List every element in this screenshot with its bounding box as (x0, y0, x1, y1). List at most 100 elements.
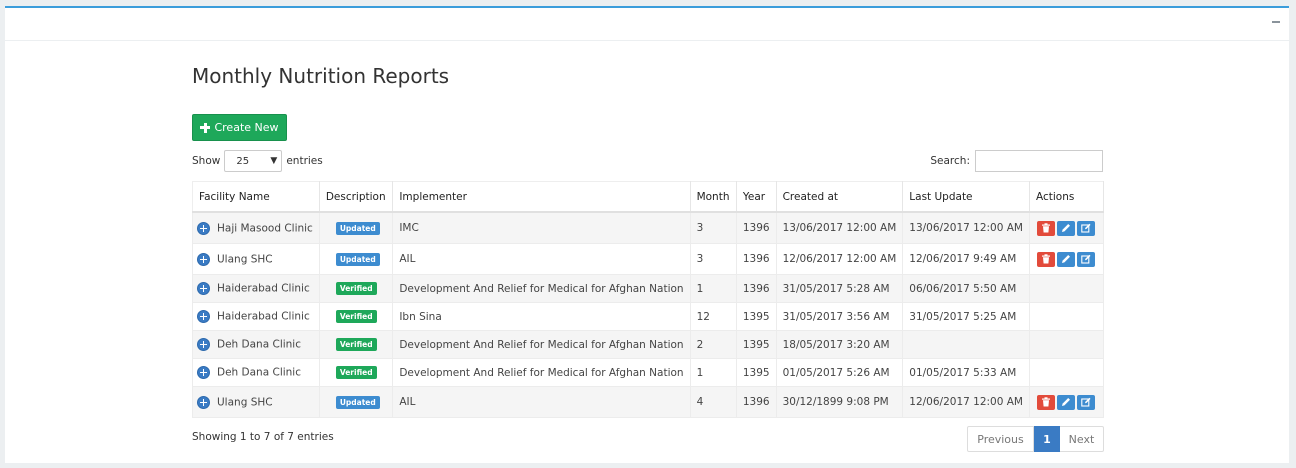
report-panel: Monthly Nutrition Reports Create New Sho… (5, 6, 1289, 463)
status-badge: Verified (335, 338, 377, 351)
last-update-cell: 06/06/2017 5:50 AM (902, 274, 1030, 303)
column-header[interactable]: Month (690, 181, 737, 213)
reports-table: Facility Name Description Implementer Mo… (192, 181, 1104, 418)
status-badge: Verified (335, 282, 377, 295)
create-new-label: Create New (214, 121, 279, 134)
year-cell: 1396 (736, 274, 777, 303)
edit-details-button[interactable] (1077, 220, 1095, 236)
facility-cell: Deh Dana Clinic (192, 358, 320, 387)
edit-square-icon (1081, 223, 1091, 233)
last-update-cell: 01/05/2017 5:33 AM (902, 358, 1030, 387)
created-at-cell: 13/06/2017 12:00 AM (776, 211, 904, 244)
description-cell: Verified (319, 302, 394, 331)
facility-name: Deh Dana Clinic (217, 366, 301, 379)
actions-cell (1029, 274, 1104, 303)
trash-icon (1042, 397, 1050, 407)
edit-button[interactable] (1057, 251, 1075, 267)
edit-details-button[interactable] (1077, 251, 1095, 267)
year-cell: 1395 (736, 302, 777, 331)
search-control: Search: (930, 149, 1103, 173)
facility-cell: Ulang SHC (192, 243, 320, 275)
status-badge: Updated (335, 252, 380, 266)
facility-cell: Deh Dana Clinic (192, 330, 320, 359)
edit-square-icon (1081, 254, 1091, 264)
column-header[interactable]: Created at (776, 181, 904, 213)
table-row: Ulang SHC Updated AIL 3 1396 12/06/2017 12:00… (192, 243, 1104, 275)
implementer-cell: Development And Relief for Medical for A… (392, 330, 691, 359)
caret-down-icon: ▼ (270, 156, 278, 166)
facility-name: Ulang SHC (217, 253, 273, 265)
column-header[interactable]: Implementer (392, 181, 691, 213)
created-at-cell: 31/05/2017 5:28 AM (776, 274, 904, 303)
delete-button[interactable] (1037, 251, 1055, 267)
table-info: Showing 1 to 7 of 7 entries (192, 431, 334, 443)
month-cell: 2 (690, 330, 737, 359)
facility-cell: Haji Masood Clinic (192, 211, 320, 244)
actions-cell (1029, 386, 1104, 418)
create-new-button[interactable]: Create New (192, 114, 287, 141)
created-at-cell: 01/05/2017 5:26 AM (776, 358, 904, 387)
month-cell: 1 (690, 358, 737, 387)
next-page-button[interactable]: Next (1060, 426, 1104, 452)
plus-circle-icon[interactable] (197, 252, 210, 266)
table-row: Deh Dana Clinic Verified Development And R… (192, 330, 1104, 359)
plus-circle-icon[interactable] (197, 221, 210, 235)
facility-name: Ulang SHC (217, 396, 273, 408)
search-input[interactable] (975, 150, 1103, 172)
implementer-cell: AIL (392, 386, 691, 418)
entries-label: entries (286, 155, 323, 167)
plus-circle-icon[interactable] (197, 366, 210, 379)
description-cell: Updated (319, 243, 394, 275)
year-cell: 1395 (736, 330, 777, 359)
trash-icon (1042, 223, 1050, 233)
created-at-cell: 31/05/2017 3:56 AM (776, 302, 904, 331)
last-update-cell: 13/06/2017 12:00 AM (902, 211, 1030, 244)
plus-circle-icon[interactable] (197, 310, 210, 323)
table-row: Deh Dana Clinic Verified Development And R… (192, 358, 1104, 387)
table-row: Ulang SHC Updated AIL 4 1396 30/12/1899 9:08 … (192, 386, 1104, 418)
entries-select[interactable]: 25 ▼ (224, 150, 283, 172)
edit-details-button[interactable] (1077, 394, 1095, 410)
description-cell: Verified (319, 358, 394, 387)
last-update-cell (902, 330, 1030, 359)
pencil-icon (1062, 398, 1070, 406)
table-row: Haiderabad Clinic Verified Development And… (192, 274, 1104, 303)
month-cell: 1 (690, 274, 737, 303)
minus-icon[interactable] (1271, 15, 1281, 25)
edit-button[interactable] (1057, 394, 1075, 410)
facility-name: Haiderabad Clinic (217, 282, 310, 295)
delete-button[interactable] (1037, 394, 1055, 410)
page-title: Monthly Nutrition Reports (192, 64, 450, 88)
facility-cell: Ulang SHC (192, 386, 320, 418)
column-header[interactable]: Description (319, 181, 394, 213)
facility-cell: Haiderabad Clinic (192, 274, 320, 303)
pencil-icon (1062, 224, 1070, 232)
column-header: Actions (1029, 181, 1104, 213)
page-1-button[interactable]: 1 (1034, 426, 1060, 452)
plus-circle-icon[interactable] (197, 282, 210, 295)
plus-circle-icon[interactable] (197, 395, 210, 409)
description-cell: Updated (319, 211, 394, 244)
month-cell: 12 (690, 302, 737, 331)
table-header-row: Facility Name Description Implementer Mo… (192, 181, 1104, 213)
implementer-cell: AIL (392, 243, 691, 275)
column-header[interactable]: Facility Name (192, 181, 320, 213)
year-cell: 1396 (736, 386, 777, 418)
edit-button[interactable] (1057, 220, 1075, 236)
created-at-cell: 12/06/2017 12:00 AM (776, 243, 904, 275)
entries-select-value: 25 (236, 155, 250, 167)
delete-button[interactable] (1037, 220, 1055, 236)
plus-circle-icon[interactable] (197, 338, 210, 351)
pagination: Previous 1 Next (967, 426, 1104, 452)
created-at-cell: 18/05/2017 3:20 AM (776, 330, 904, 359)
status-badge: Verified (335, 366, 377, 379)
description-cell: Verified (319, 274, 394, 303)
search-label: Search: (930, 155, 970, 167)
last-update-cell: 31/05/2017 5:25 AM (902, 302, 1030, 331)
actions-cell (1029, 302, 1104, 331)
pencil-icon (1062, 255, 1070, 263)
column-header[interactable]: Year (736, 181, 777, 213)
column-header[interactable]: Last Update (902, 181, 1030, 213)
entries-length-control: Show 25 ▼ entries (192, 149, 323, 173)
previous-page-button[interactable]: Previous (967, 426, 1034, 452)
